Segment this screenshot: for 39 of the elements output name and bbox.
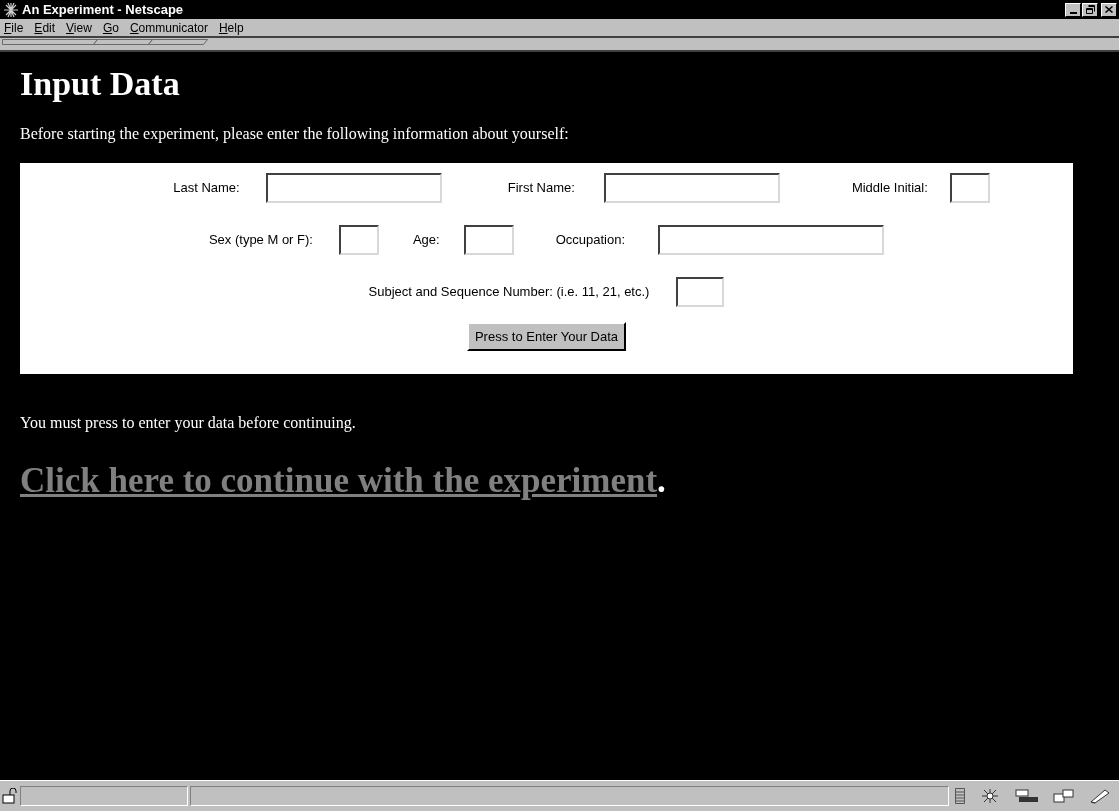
input-field[interactable] bbox=[265, 173, 442, 203]
app-icon bbox=[3, 1, 19, 18]
inbox-icon bbox=[1015, 789, 1039, 803]
input-field[interactable] bbox=[676, 277, 725, 307]
field-label: Subject and Sequence Number: (i.e. 11, 21, etc.) bbox=[368, 283, 650, 302]
compass-icon bbox=[979, 788, 1001, 804]
menu-item[interactable]: Go bbox=[102, 18, 119, 37]
menu-item[interactable]: Edit bbox=[34, 18, 56, 37]
continue-link[interactable]: Click here to continue with the experiment bbox=[20, 461, 658, 500]
input-field[interactable] bbox=[463, 225, 514, 255]
submit-button[interactable]: Press to Enter Your Data bbox=[466, 322, 627, 351]
restore-button[interactable] bbox=[1082, 2, 1098, 17]
minimize-icon bbox=[1069, 11, 1077, 14]
field-label: First Name: bbox=[507, 179, 575, 198]
menu-item[interactable]: Help bbox=[218, 18, 244, 37]
input-field[interactable] bbox=[949, 173, 990, 203]
menu-item[interactable]: File bbox=[4, 18, 24, 37]
field-label: Middle Initial: bbox=[851, 179, 928, 198]
pen-icon bbox=[1089, 788, 1111, 804]
minimize-button[interactable] bbox=[1065, 2, 1081, 17]
field-label: Occupation: bbox=[555, 231, 626, 250]
menu-item[interactable]: View bbox=[66, 18, 92, 37]
restore-icon bbox=[1085, 5, 1095, 14]
list-icon bbox=[955, 788, 965, 804]
close-icon bbox=[1105, 6, 1113, 13]
note-text: You must press to enter your data before continuing. bbox=[20, 413, 357, 434]
field-label: Last Name: bbox=[173, 179, 240, 198]
input-field[interactable] bbox=[603, 173, 780, 203]
field-label: Age: bbox=[412, 231, 440, 250]
menu-item[interactable]: Communicator bbox=[129, 18, 208, 37]
intro-text: Before starting the experiment, please enter the following information about yourself: bbox=[20, 124, 570, 145]
close-button[interactable] bbox=[1101, 2, 1117, 17]
page-heading: Input Data bbox=[20, 64, 181, 104]
window-title: An Experiment - Netscape bbox=[22, 0, 184, 19]
input-field[interactable] bbox=[658, 225, 885, 255]
chat-icon bbox=[1053, 789, 1075, 803]
input-field[interactable] bbox=[338, 225, 379, 255]
field-label: Sex (type M or F): bbox=[208, 231, 313, 250]
continue-sentence: Click here to continue with the experiment. bbox=[20, 460, 667, 502]
